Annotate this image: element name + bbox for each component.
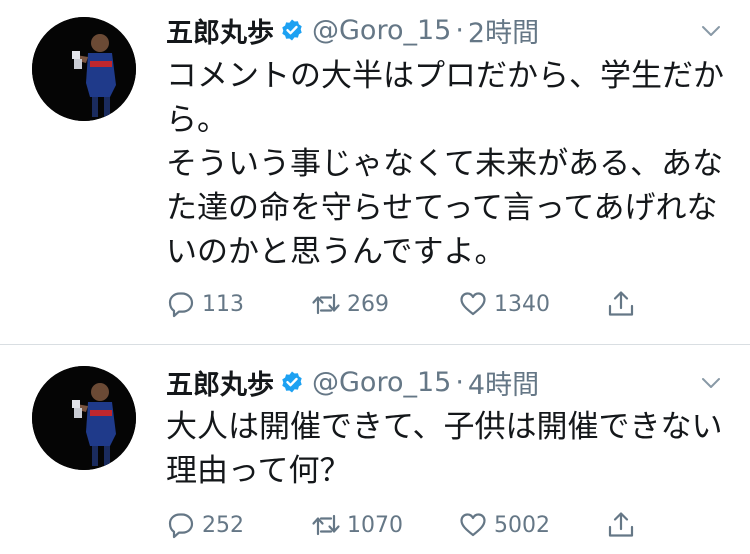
verified-badge-icon xyxy=(280,18,304,42)
display-name[interactable]: 五郎丸歩 xyxy=(166,363,274,402)
verified-badge-icon xyxy=(280,370,304,394)
reply-icon xyxy=(168,292,194,318)
reply-button[interactable]: 252 xyxy=(166,508,244,542)
reply-count: 113 xyxy=(202,291,244,317)
chevron-down-icon[interactable] xyxy=(700,372,722,394)
tweet-text: コメントの大半はプロだから、学生だから。 そういう事じゃなくて未来がある、あなた… xyxy=(166,54,726,274)
retweet-button[interactable]: 1070 xyxy=(311,508,403,542)
display-name[interactable]: 五郎丸歩 xyxy=(166,11,274,50)
separator: · xyxy=(455,366,464,398)
tweet-actions: 113 269 1340 xyxy=(166,287,666,321)
timestamp[interactable]: 4時間 xyxy=(468,363,539,402)
like-count: 1340 xyxy=(494,291,550,317)
separator: · xyxy=(455,14,464,46)
avatar[interactable] xyxy=(32,17,136,121)
tweet-line: 大人は開催できて、子供は開催できない理由って何？ xyxy=(166,409,723,489)
avatar[interactable] xyxy=(32,366,136,470)
share-icon xyxy=(608,512,634,537)
like-button[interactable]: 5002 xyxy=(458,508,550,542)
avatar-photo-icon xyxy=(32,366,136,470)
timestamp[interactable]: 2時間 xyxy=(468,11,539,50)
share-button[interactable] xyxy=(606,287,642,321)
like-icon xyxy=(460,513,486,537)
share-icon xyxy=(608,291,634,316)
share-button[interactable] xyxy=(606,508,642,542)
user-handle[interactable]: @Goro_15 xyxy=(312,367,451,398)
like-icon xyxy=(460,292,486,316)
reply-count: 252 xyxy=(202,512,244,538)
retweet-icon xyxy=(312,293,340,315)
tweet-line: コメントの大半はプロだから、学生だから。 xyxy=(166,58,724,138)
user-handle[interactable]: @Goro_15 xyxy=(312,15,451,46)
tweet-header: 五郎丸歩 @Goro_15 · 4時間 xyxy=(166,363,539,402)
tweet-divider xyxy=(0,344,750,345)
like-count: 5002 xyxy=(494,512,550,538)
like-button[interactable]: 1340 xyxy=(458,287,550,321)
reply-button[interactable]: 113 xyxy=(166,287,244,321)
tweet-1[interactable]: 五郎丸歩 @Goro_15 · 2時間 コメントの大半はプロだから、学生だから。… xyxy=(0,0,750,345)
reply-icon xyxy=(168,513,194,539)
tweet-line: そういう事じゃなくて未来がある、あなた達の命を守らせてって言ってあげれないのかと… xyxy=(166,146,724,270)
retweet-button[interactable]: 269 xyxy=(311,287,389,321)
tweet-text: 大人は開催できて、子供は開催できない理由って何？ xyxy=(166,405,726,493)
tweet-actions: 252 1070 5002 xyxy=(166,508,666,542)
tweet-2[interactable]: 五郎丸歩 @Goro_15 · 4時間 大人は開催できて、子供は開催できない理由… xyxy=(0,346,750,554)
retweet-icon xyxy=(312,514,340,536)
avatar-photo-icon xyxy=(32,17,136,121)
retweet-count: 269 xyxy=(347,291,389,317)
chevron-down-icon[interactable] xyxy=(700,20,722,42)
tweet-header: 五郎丸歩 @Goro_15 · 2時間 xyxy=(166,11,539,50)
retweet-count: 1070 xyxy=(347,512,403,538)
